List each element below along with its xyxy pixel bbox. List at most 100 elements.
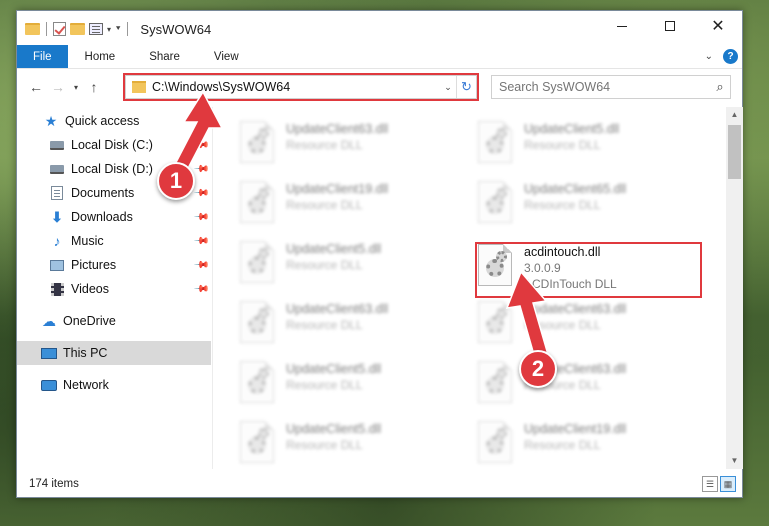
nav-item-label: Local Disk (D:) <box>71 162 153 176</box>
window-title: SysWOW64 <box>140 21 212 37</box>
tab-share[interactable]: Share <box>132 45 197 68</box>
close-icon: ✕ <box>711 18 725 35</box>
nav-quick-access[interactable]: ★ Quick access <box>17 109 211 133</box>
step-badge-2: 2 <box>519 350 557 388</box>
tiles-view-icon[interactable]: ▦ <box>720 476 736 492</box>
pictures-icon <box>49 257 65 273</box>
list-item[interactable]: UpdateClient5.dll Resource DLL <box>478 121 708 169</box>
maximize-icon <box>665 21 675 31</box>
nav-item-downloads[interactable]: ⬇ Downloads 📌 <box>17 205 211 229</box>
details-view-icon[interactable]: ☰ <box>702 476 718 492</box>
properties-check-icon[interactable] <box>53 22 66 36</box>
minimize-icon <box>617 25 627 27</box>
ribbon-tabs: File Home Share View ⌄ ? <box>17 45 742 69</box>
dll-file-icon <box>478 121 512 163</box>
pin-icon[interactable]: 📌 <box>192 137 209 154</box>
up-arrow-icon[interactable]: ↑ <box>83 79 105 95</box>
scroll-thumb[interactable] <box>728 125 741 179</box>
address-path[interactable]: C:\Windows\SysWOW64 <box>152 80 440 94</box>
pin-icon[interactable]: 📌 <box>192 233 209 250</box>
dll-file-icon <box>240 301 274 343</box>
new-folder-icon[interactable] <box>70 23 85 35</box>
maximize-button[interactable] <box>646 11 694 41</box>
nav-item-pictures[interactable]: Pictures 📌 <box>17 253 211 277</box>
list-item[interactable]: UpdateClient5.dll Resource DLL <box>240 421 470 469</box>
nav-network[interactable]: Network <box>17 373 211 397</box>
list-item-acdintouch[interactable]: acdintouch.dll 3.0.0.9 ACDInTouch DLL <box>478 244 708 296</box>
list-item[interactable]: UpdateClient63.dll Resource DLL <box>240 121 470 169</box>
navigation-bar: ← → ▾ ↑ C:\Windows\SysWOW64 ⌄ ↻ ⌕ <box>17 73 742 101</box>
tab-home[interactable]: Home <box>68 45 133 68</box>
list-item[interactable]: UpdateClient5.dll Resource DLL <box>240 361 470 409</box>
pin-icon[interactable]: 📌 <box>192 185 209 202</box>
tab-file[interactable]: File <box>17 45 68 68</box>
item-count: 174 items <box>29 478 79 490</box>
list-item[interactable]: UpdateClient19.dll Resource DLL <box>478 421 708 469</box>
recent-locations-icon[interactable]: ▾ <box>69 83 83 92</box>
dll-file-icon <box>240 241 274 283</box>
dll-file-icon <box>478 421 512 463</box>
pin-icon[interactable]: 📌 <box>192 209 209 226</box>
nav-item-music[interactable]: ♪ Music 📌 <box>17 229 211 253</box>
chevron-down-icon[interactable]: ⌄ <box>440 82 456 93</box>
chevron-down-icon[interactable]: ▾ <box>107 25 111 34</box>
file-type: Resource DLL <box>524 318 601 332</box>
customize-toolbar-icon[interactable]: ⯆ <box>115 24 121 34</box>
search-icon[interactable]: ⌕ <box>710 79 730 95</box>
forward-arrow-icon[interactable]: → <box>47 79 69 95</box>
nav-item-label: Pictures <box>71 258 117 272</box>
file-name: UpdateClient5.dll <box>524 122 620 136</box>
dll-file-icon <box>240 181 274 223</box>
file-name: UpdateClient63.dll <box>286 302 389 316</box>
close-button[interactable]: ✕ <box>694 11 742 41</box>
minimize-button[interactable] <box>598 11 646 41</box>
download-icon: ⬇ <box>51 208 63 225</box>
title-bar: ▾ ⯆ SysWOW64 ✕ <box>17 11 742 47</box>
list-item[interactable]: UpdateClient63.dll Resource DLL <box>240 301 470 349</box>
star-icon: ★ <box>44 112 58 129</box>
nav-item-label: Local Disk (C:) <box>71 138 153 152</box>
scroll-up-icon[interactable]: ▲ <box>726 107 743 123</box>
dll-file-icon <box>478 301 512 343</box>
nav-this-pc[interactable]: This PC <box>17 341 211 365</box>
search-box[interactable]: ⌕ <box>491 75 731 99</box>
pin-icon[interactable]: 📌 <box>192 161 209 178</box>
step-badge-1: 1 <box>157 162 195 200</box>
folder-icon <box>132 81 146 93</box>
address-bar[interactable]: C:\Windows\SysWOW64 ⌄ ↻ <box>125 75 477 99</box>
drive-icon <box>49 161 65 177</box>
file-name: UpdateClient63.dll <box>286 122 389 136</box>
nav-item-local-disk-c[interactable]: Local Disk (C:) 📌 <box>17 133 211 157</box>
back-arrow-icon[interactable]: ← <box>25 79 47 95</box>
search-input[interactable] <box>499 80 710 94</box>
nav-quick-access-label: Quick access <box>65 114 140 128</box>
file-name: UpdateClient19.dll <box>524 422 627 436</box>
documents-icon <box>49 185 65 201</box>
list-item[interactable]: UpdateClient63.dll Resource DLL <box>478 301 708 349</box>
properties-icon[interactable] <box>89 23 103 35</box>
nav-item-videos[interactable]: Videos 📌 <box>17 277 211 301</box>
ribbon-right-controls: ⌄ ? <box>705 45 742 68</box>
nav-onedrive[interactable]: ☁ OneDrive <box>17 309 211 333</box>
dll-file-icon <box>478 181 512 223</box>
vertical-scrollbar[interactable]: ▲ ▼ <box>726 107 743 469</box>
pin-icon[interactable]: 📌 <box>192 257 209 274</box>
expand-ribbon-icon[interactable]: ⌄ <box>705 51 713 62</box>
scroll-down-icon[interactable]: ▼ <box>726 453 743 469</box>
file-name: UpdateClient65.dll <box>524 182 627 196</box>
list-item[interactable]: UpdateClient5.dll Resource DLL <box>240 241 470 289</box>
list-item[interactable]: UpdateClient65.dll Resource DLL <box>478 181 708 229</box>
tab-view[interactable]: View <box>197 45 256 68</box>
dll-file-icon <box>240 421 274 463</box>
file-name: UpdateClient19.dll <box>286 182 389 196</box>
cloud-icon: ☁ <box>42 312 56 329</box>
network-icon <box>41 377 57 393</box>
file-type: Resource DLL <box>524 138 601 152</box>
dll-file-icon <box>478 244 512 286</box>
music-icon: ♪ <box>53 233 61 249</box>
pin-icon[interactable]: 📌 <box>192 281 209 298</box>
list-item[interactable]: UpdateClient63.dll Resource DLL <box>478 361 708 409</box>
list-item[interactable]: UpdateClient19.dll Resource DLL <box>240 181 470 229</box>
refresh-icon[interactable]: ↻ <box>456 76 476 98</box>
help-icon[interactable]: ? <box>723 49 738 64</box>
